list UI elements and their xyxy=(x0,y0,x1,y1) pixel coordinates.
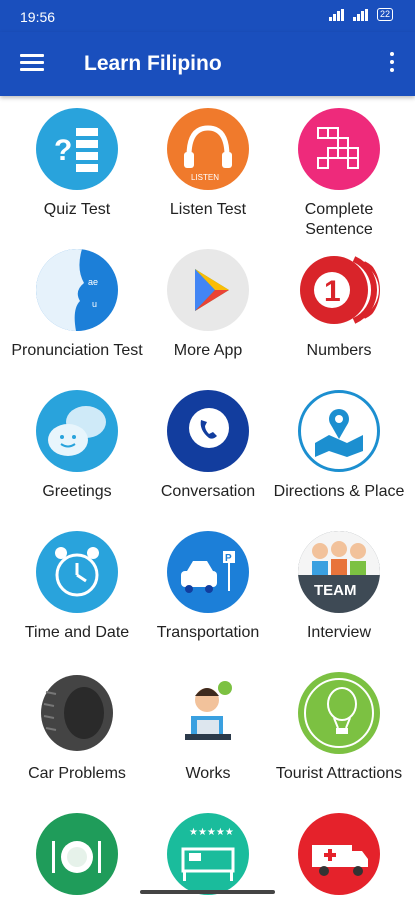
tile-complete-sentence[interactable]: Complete Sentence xyxy=(270,108,408,240)
battery-icon: 22 xyxy=(376,8,393,21)
svg-text:?: ? xyxy=(54,134,72,167)
menu-icon[interactable] xyxy=(20,54,44,74)
signal-icon xyxy=(328,8,344,21)
map-pin-icon xyxy=(298,390,380,472)
tile-pronunciation-test[interactable]: ae u Pronunciation Test xyxy=(8,249,146,361)
more-options-icon[interactable] xyxy=(389,52,395,76)
team-icon: TEAM xyxy=(298,531,380,613)
tile-label: Complete Sentence xyxy=(304,201,374,238)
tile-conversation[interactable]: Conversation xyxy=(139,390,277,502)
phone-chat-icon xyxy=(167,390,249,472)
app-bar: Learn Filipino xyxy=(0,32,415,96)
svg-text:u: u xyxy=(92,299,97,309)
ambulance-icon xyxy=(298,813,380,895)
tile-label: Time and Date xyxy=(24,624,130,641)
tile-label: Tourist Attractions xyxy=(275,765,403,782)
hotel-bed-icon: ★★★★★ xyxy=(167,813,249,895)
alarm-clock-icon xyxy=(36,531,118,613)
status-time: 19:56 xyxy=(20,9,56,25)
tile-time-and-date[interactable]: Time and Date xyxy=(8,531,146,643)
tile-label: Directions & Place xyxy=(273,483,405,500)
page-title: Learn Filipino xyxy=(84,52,222,75)
tile-works[interactable]: Works xyxy=(139,672,277,784)
svg-text:P: P xyxy=(225,553,232,564)
play-store-icon xyxy=(167,249,249,331)
tile-quiz-test[interactable]: ? Quiz Test xyxy=(8,108,146,220)
gesture-bar[interactable] xyxy=(140,890,275,894)
tire-icon xyxy=(36,672,118,754)
tile-more-app[interactable]: More App xyxy=(139,249,277,361)
tile-greetings[interactable]: Greetings xyxy=(8,390,146,502)
svg-text:★★★★★: ★★★★★ xyxy=(189,827,234,838)
tile-label: Interview xyxy=(306,624,372,641)
svg-text:ae: ae xyxy=(88,277,98,287)
tile-food[interactable] xyxy=(8,813,146,905)
status-bar: 19:56 22 xyxy=(0,0,415,32)
tile-label: More App xyxy=(173,342,243,359)
car-parking-icon: P xyxy=(167,531,249,613)
tile-label: Listen Test xyxy=(169,201,247,218)
number-one-icon: 1 xyxy=(298,249,380,331)
tile-interview[interactable]: TEAM Interview xyxy=(270,531,408,643)
tile-label: Transportation xyxy=(156,624,260,641)
tile-label: Works xyxy=(185,765,231,782)
signal-icon xyxy=(352,8,368,21)
hot-air-balloon-icon xyxy=(298,672,380,754)
headphones-icon: LISTEN xyxy=(167,108,249,190)
status-icons: 22 xyxy=(328,8,393,21)
tile-listen-test[interactable]: LISTEN Listen Test xyxy=(139,108,277,220)
tile-label: Quiz Test xyxy=(43,201,111,218)
tile-directions-place[interactable]: Directions & Place xyxy=(270,390,408,502)
tile-label: Pronunciation Test xyxy=(11,342,143,359)
tile-label: Greetings xyxy=(42,483,112,500)
tile-car-problems[interactable]: Car Problems xyxy=(8,672,146,784)
svg-text:LISTEN: LISTEN xyxy=(191,173,219,182)
tile-label: Numbers xyxy=(306,342,372,359)
svg-text:1: 1 xyxy=(324,275,341,308)
svg-text:TEAM: TEAM xyxy=(314,582,357,599)
tile-numbers[interactable]: 1 Numbers xyxy=(270,249,408,361)
quiz-icon: ? xyxy=(36,108,118,190)
dining-plate-icon xyxy=(36,813,118,895)
tile-label: Conversation xyxy=(160,483,256,500)
crossword-icon xyxy=(298,108,380,190)
speaking-head-icon: ae u xyxy=(36,249,118,331)
tile-label: Car Problems xyxy=(28,765,126,782)
tile-tourist-attractions[interactable]: Tourist Attractions xyxy=(270,672,408,784)
office-worker-icon xyxy=(167,672,249,754)
tile-emergency[interactable] xyxy=(270,813,408,905)
chat-smiley-icon xyxy=(36,390,118,472)
tile-transportation[interactable]: P Transportation xyxy=(139,531,277,643)
